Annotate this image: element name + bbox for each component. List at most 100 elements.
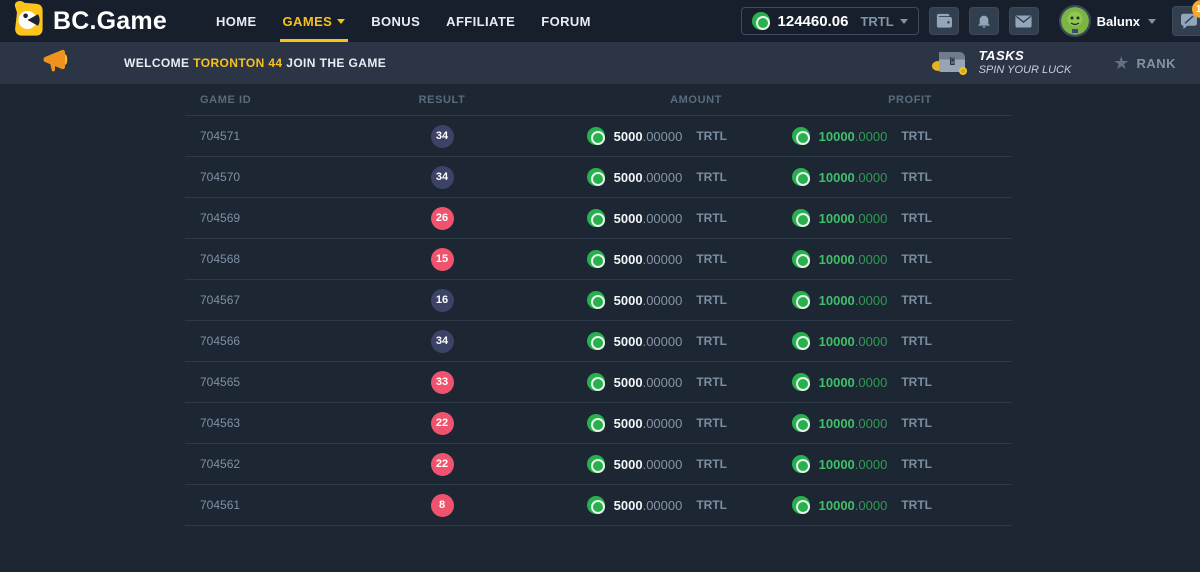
table-row[interactable]: 704570 34 5000.00000 TRTL 10000.0000 TRT… <box>185 157 1012 198</box>
rank-widget[interactable]: ★ RANK <box>1113 54 1176 72</box>
tasks-widget[interactable]: TASKS SPIN YOUR LUCK <box>929 46 1072 81</box>
result-badge: 34 <box>431 166 454 189</box>
profit-currency: TRTL <box>901 293 932 307</box>
table-header-row: GAME ID RESULT AMOUNT PROFIT <box>185 84 1012 116</box>
user-menu[interactable]: Balunx <box>1061 7 1156 35</box>
trtl-coin-icon <box>792 455 810 473</box>
trtl-coin-icon <box>587 168 605 186</box>
announcement: WELCOME TORONTON 44 JOIN THE GAME <box>42 48 386 79</box>
profit-currency: TRTL <box>901 457 932 471</box>
avatar <box>1061 7 1089 35</box>
result-cell: 34 <box>367 125 517 148</box>
nav-right-cluster: 124460.06 TRTL <box>741 6 1200 36</box>
amount-cell: 5000.00000 TRTL <box>517 209 727 227</box>
header-profit: PROFIT <box>727 94 1012 106</box>
amount-cell: 5000.00000 TRTL <box>517 250 727 268</box>
nav-label: HOME <box>216 14 257 29</box>
chat-button[interactable]: 10 <box>1172 6 1200 36</box>
table-row[interactable]: 704561 8 5000.00000 TRTL 10000.0000 TRTL <box>185 485 1012 526</box>
table-row[interactable]: 704569 26 5000.00000 TRTL 10000.0000 TRT… <box>185 198 1012 239</box>
amount-cell: 5000.00000 TRTL <box>517 127 727 145</box>
profit-currency: TRTL <box>901 498 932 512</box>
brand-logo[interactable]: BC.Game <box>12 1 167 41</box>
trtl-coin-icon <box>587 332 605 350</box>
table-row[interactable]: 704571 34 5000.00000 TRTL 10000.0000 TRT… <box>185 116 1012 157</box>
wallet-button[interactable] <box>929 7 959 35</box>
chevron-down-icon <box>337 19 345 24</box>
result-cell: 22 <box>367 412 517 435</box>
main-nav: HOME GAMES BONUS AFFILIATE FORUM <box>203 0 604 42</box>
amount-cell: 5000.00000 TRTL <box>517 455 727 473</box>
result-badge: 22 <box>431 412 454 435</box>
trtl-coin-icon <box>792 373 810 391</box>
amount-currency: TRTL <box>696 293 727 307</box>
result-badge: 16 <box>431 289 454 312</box>
nav-label: GAMES <box>283 14 333 29</box>
amount-value: 5000.00000 <box>614 252 683 267</box>
profit-currency: TRTL <box>901 252 932 266</box>
result-cell: 16 <box>367 289 517 312</box>
result-cell: 34 <box>367 330 517 353</box>
result-badge: 22 <box>431 453 454 476</box>
table-row[interactable]: 704562 22 5000.00000 TRTL 10000.0000 TRT… <box>185 444 1012 485</box>
amount-cell: 5000.00000 TRTL <box>517 414 727 432</box>
profit-cell: 10000.0000 TRTL <box>727 373 1012 391</box>
nav-item-forum[interactable]: FORUM <box>528 0 604 42</box>
amount-cell: 5000.00000 TRTL <box>517 332 727 350</box>
welcomed-username: TORONTON 44 <box>193 56 282 70</box>
game-id-cell: 704570 <box>185 170 367 184</box>
messages-button[interactable] <box>1009 7 1039 35</box>
table-row[interactable]: 704566 34 5000.00000 TRTL 10000.0000 TRT… <box>185 321 1012 362</box>
banner-right-cluster: TASKS SPIN YOUR LUCK ★ RANK <box>929 46 1176 81</box>
amount-cell: 5000.00000 TRTL <box>517 496 727 514</box>
amount-cell: 5000.00000 TRTL <box>517 168 727 186</box>
game-id-cell: 704571 <box>185 129 367 143</box>
profit-value: 10000.0000 <box>819 211 888 226</box>
balance-value: 124460.06 <box>778 13 849 30</box>
result-badge: 15 <box>431 248 454 271</box>
announcement-banner: WELCOME TORONTON 44 JOIN THE GAME <box>0 42 1200 84</box>
profit-cell: 10000.0000 TRTL <box>727 127 1012 145</box>
welcome-suffix: JOIN THE GAME <box>283 56 387 70</box>
result-cell: 33 <box>367 371 517 394</box>
balance-selector[interactable]: 124460.06 TRTL <box>741 7 919 35</box>
nav-item-games[interactable]: GAMES <box>270 0 359 42</box>
nav-item-home[interactable]: HOME <box>203 0 270 42</box>
game-id-cell: 704563 <box>185 416 367 430</box>
tasks-copy: TASKS SPIN YOUR LUCK <box>979 49 1072 77</box>
trtl-coin-icon <box>587 496 605 514</box>
nav-item-affiliate[interactable]: AFFILIATE <box>433 0 528 42</box>
amount-value: 5000.00000 <box>614 129 683 144</box>
table-row[interactable]: 704565 33 5000.00000 TRTL 10000.0000 TRT… <box>185 362 1012 403</box>
notifications-button[interactable] <box>969 7 999 35</box>
table-row[interactable]: 704567 16 5000.00000 TRTL 10000.0000 TRT… <box>185 280 1012 321</box>
bell-icon <box>976 13 992 29</box>
profit-currency: TRTL <box>901 334 932 348</box>
profit-cell: 10000.0000 TRTL <box>727 209 1012 227</box>
amount-currency: TRTL <box>696 170 727 184</box>
main-content: GAME ID RESULT AMOUNT PROFIT 704571 34 5… <box>0 84 1200 572</box>
game-id-cell: 704561 <box>185 498 367 512</box>
trtl-coin-icon <box>587 291 605 309</box>
trtl-coin-icon <box>792 496 810 514</box>
currency-code: TRTL <box>860 14 893 29</box>
nav-label: BONUS <box>371 14 420 29</box>
brand-name: BC.Game <box>53 7 167 36</box>
balance-currency: TRTL <box>860 14 907 29</box>
table-body: 704571 34 5000.00000 TRTL 10000.0000 TRT… <box>185 116 1012 526</box>
profit-value: 10000.0000 <box>819 129 888 144</box>
profit-cell: 10000.0000 TRTL <box>727 168 1012 186</box>
nav-label: FORUM <box>541 14 591 29</box>
amount-value: 5000.00000 <box>614 170 683 185</box>
trtl-coin-icon <box>587 414 605 432</box>
game-id-cell: 704565 <box>185 375 367 389</box>
table-row[interactable]: 704568 15 5000.00000 TRTL 10000.0000 TRT… <box>185 239 1012 280</box>
trtl-coin-icon <box>792 209 810 227</box>
trtl-coin-icon <box>792 414 810 432</box>
amount-currency: TRTL <box>696 334 727 348</box>
profit-cell: 10000.0000 TRTL <box>727 250 1012 268</box>
nav-item-bonus[interactable]: BONUS <box>358 0 433 42</box>
table-row[interactable]: 704563 22 5000.00000 TRTL 10000.0000 TRT… <box>185 403 1012 444</box>
amount-currency: TRTL <box>696 457 727 471</box>
amount-value: 5000.00000 <box>614 375 683 390</box>
